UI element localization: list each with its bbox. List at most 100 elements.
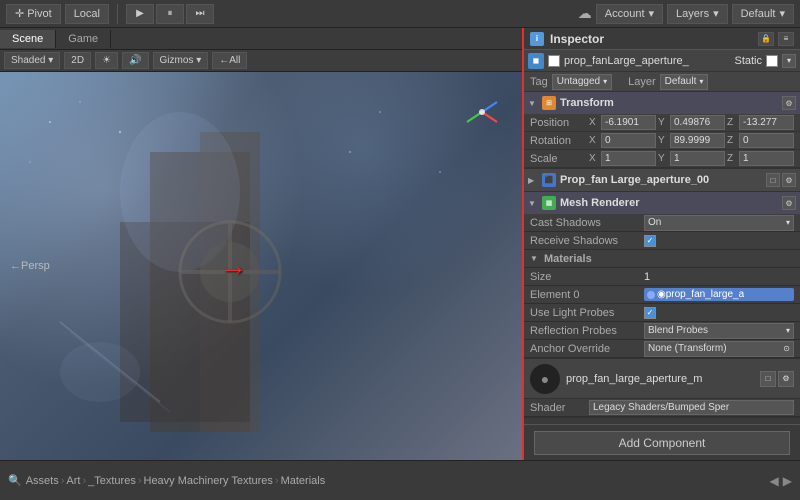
chevron-down-icon: ▾ (649, 7, 655, 20)
red-arrow: → (219, 250, 247, 282)
main-area: Scene Game Shaded ▾ 2D ☀ 🔊 Gizmos ▾ ←All (0, 28, 800, 460)
scale-y-input[interactable]: 1 (670, 151, 725, 166)
axis-svg (462, 92, 502, 132)
scene-view[interactable]: ←Persp → (0, 72, 522, 460)
pos-y-input[interactable]: 0.49876 (670, 115, 725, 130)
audio-btn[interactable]: 🔊 (122, 52, 148, 69)
element0-label: Element 0 (530, 289, 640, 301)
inspector-header: i Inspector 🔒 ≡ (524, 28, 800, 50)
inspector-footer: Add Component (524, 424, 800, 460)
lock-button[interactable]: 🔒 (758, 32, 774, 46)
rot-x-input[interactable]: 0 (601, 133, 656, 148)
receive-shadows-checkbox[interactable]: ✓ (644, 235, 656, 247)
transform-header[interactable]: ▼ ⊞ Transform ⚙ (524, 92, 800, 114)
anchor-override-dropdown[interactable]: None (Transform) ⊙ (644, 341, 794, 357)
rot-x-label: X (589, 135, 599, 146)
material-reference[interactable]: ◉prop_fan_large_a (644, 288, 794, 301)
account-area: ☁ Account ▾ Layers ▾ Default ▾ (578, 4, 794, 24)
element0-row: Element 0 ◉prop_fan_large_a (524, 286, 800, 304)
shaded-btn[interactable]: Shaded ▾ (4, 52, 60, 69)
chevron-down-icon-2: ▾ (713, 7, 719, 20)
scale-z-input[interactable]: 1 (739, 151, 794, 166)
rotation-row: Rotation X 0 Y 89.9999 Z 0 (524, 132, 800, 150)
transform-edit-btn[interactable]: ⚙ (782, 96, 796, 110)
use-light-probes-checkbox[interactable]: ✓ (644, 307, 656, 319)
pause-button[interactable]: ⏸ (156, 4, 184, 24)
pos-x-label: X (589, 117, 599, 128)
pos-y-label: Y (658, 117, 668, 128)
nav-right-icon[interactable]: ▶ (783, 474, 792, 488)
play-controls: ▶ ⏸ ⏭ (126, 4, 214, 24)
propfan-tools: □ ⚙ (766, 173, 796, 187)
use-light-probes-row: Use Light Probes ✓ (524, 304, 800, 322)
object-row: ◼ prop_fanLarge_aperture_ Static ▾ (524, 50, 800, 72)
inspector-menu-button[interactable]: ≡ (778, 32, 794, 46)
rot-y-label: Y (658, 135, 668, 146)
propfan-ref-btn[interactable]: □ (766, 173, 780, 187)
object-name: prop_fanLarge_aperture_ (564, 55, 730, 67)
2d-btn[interactable]: 2D (64, 52, 91, 69)
add-component-button[interactable]: Add Component (534, 431, 790, 455)
propfan-header[interactable]: ▶ ⬛ Prop_fan Large_aperture_00 □ ⚙ (524, 169, 800, 191)
breadcrumb-textures[interactable]: _Textures (88, 475, 136, 487)
propfan-section: ▶ ⬛ Prop_fan Large_aperture_00 □ ⚙ (524, 169, 800, 192)
layer-dropdown[interactable]: Default ▾ (660, 74, 709, 90)
material-ref-btn[interactable]: □ (760, 371, 776, 387)
all-btn[interactable]: ←All (212, 52, 247, 69)
mesh-renderer-section: ▼ ▦ Mesh Renderer ⚙ Cast Shadows On ▾ (524, 192, 800, 359)
tag-dropdown[interactable]: Untagged ▾ (552, 74, 612, 90)
static-checkbox[interactable] (766, 55, 778, 67)
breadcrumb-materials[interactable]: Materials (281, 475, 326, 487)
renderer-collapse-icon: ▼ (528, 199, 538, 208)
persp-label: ←Persp (10, 260, 50, 272)
step-button[interactable]: ⏭ (186, 4, 214, 24)
pos-x-input[interactable]: -6.1901 (601, 115, 656, 130)
material-settings-btn[interactable]: ⚙ (778, 371, 794, 387)
renderer-edit-btn[interactable]: ⚙ (782, 196, 796, 210)
tab-game[interactable]: Game (56, 30, 111, 48)
pos-z-input[interactable]: -13.277 (739, 115, 794, 130)
static-dropdown[interactable]: ▾ (782, 54, 796, 68)
breadcrumb-art[interactable]: Art (66, 475, 80, 487)
inspector-panel: i Inspector 🔒 ≡ ◼ prop_fanLarge_aperture… (522, 28, 800, 460)
rot-y-input[interactable]: 89.9999 (670, 133, 725, 148)
use-light-probes-label: Use Light Probes (530, 307, 640, 319)
inspector-title: Inspector (550, 32, 604, 46)
rot-z-input[interactable]: 0 (739, 133, 794, 148)
play-button[interactable]: ▶ (126, 4, 154, 24)
scene-panel: Scene Game Shaded ▾ 2D ☀ 🔊 Gizmos ▾ ←All (0, 28, 522, 460)
layers-dropdown[interactable]: Layers ▾ (667, 4, 728, 24)
cast-shadows-label: Cast Shadows (530, 217, 640, 229)
gizmos-btn[interactable]: Gizmos ▾ (153, 52, 209, 69)
size-value: 1 (644, 271, 794, 283)
breadcrumb-assets[interactable]: Assets (26, 475, 59, 487)
nav-left-icon[interactable]: ◀ (770, 474, 779, 488)
shader-value[interactable]: Legacy Shaders/Bumped Sper (589, 400, 794, 415)
shader-label: Shader (530, 402, 585, 414)
scale-x-input[interactable]: 1 (601, 151, 656, 166)
breadcrumb-heavy[interactable]: Heavy Machinery Textures (144, 475, 273, 487)
pivot-button[interactable]: ✛ Pivot (6, 4, 61, 24)
cast-shadows-dropdown[interactable]: On ▾ (644, 215, 794, 231)
inspector-content[interactable]: ▼ ⊞ Transform ⚙ Position X -6.1901 (524, 92, 800, 424)
local-button[interactable]: Local (65, 4, 109, 24)
renderer-name: Mesh Renderer (560, 197, 778, 209)
position-row: Position X -6.1901 Y 0.49876 Z -13.277 (524, 114, 800, 132)
inspector-icon: i (530, 32, 544, 46)
light-btn[interactable]: ☀ (95, 52, 118, 69)
propfan-edit-btn[interactable]: ⚙ (782, 173, 796, 187)
account-dropdown[interactable]: Account ▾ (596, 4, 663, 24)
tab-scene[interactable]: Scene (0, 30, 56, 48)
mesh-renderer-header[interactable]: ▼ ▦ Mesh Renderer ⚙ (524, 192, 800, 214)
object-type-icon: ◼ (528, 53, 544, 69)
default-dropdown[interactable]: Default ▾ (732, 4, 794, 24)
search-icon: 🔍 (8, 474, 22, 487)
scale-row: Scale X 1 Y 1 Z 1 (524, 150, 800, 168)
object-active-checkbox[interactable] (548, 55, 560, 67)
rotation-label: Rotation (530, 135, 585, 147)
reflection-probes-dropdown[interactable]: Blend Probes ▾ (644, 323, 794, 339)
bottom-bar: 🔍 Assets › Art › _Textures › Heavy Machi… (0, 460, 800, 500)
breadcrumb-sep-1: › (61, 475, 65, 487)
reflection-probes-label: Reflection Probes (530, 325, 640, 337)
materials-label: Materials (544, 253, 592, 265)
